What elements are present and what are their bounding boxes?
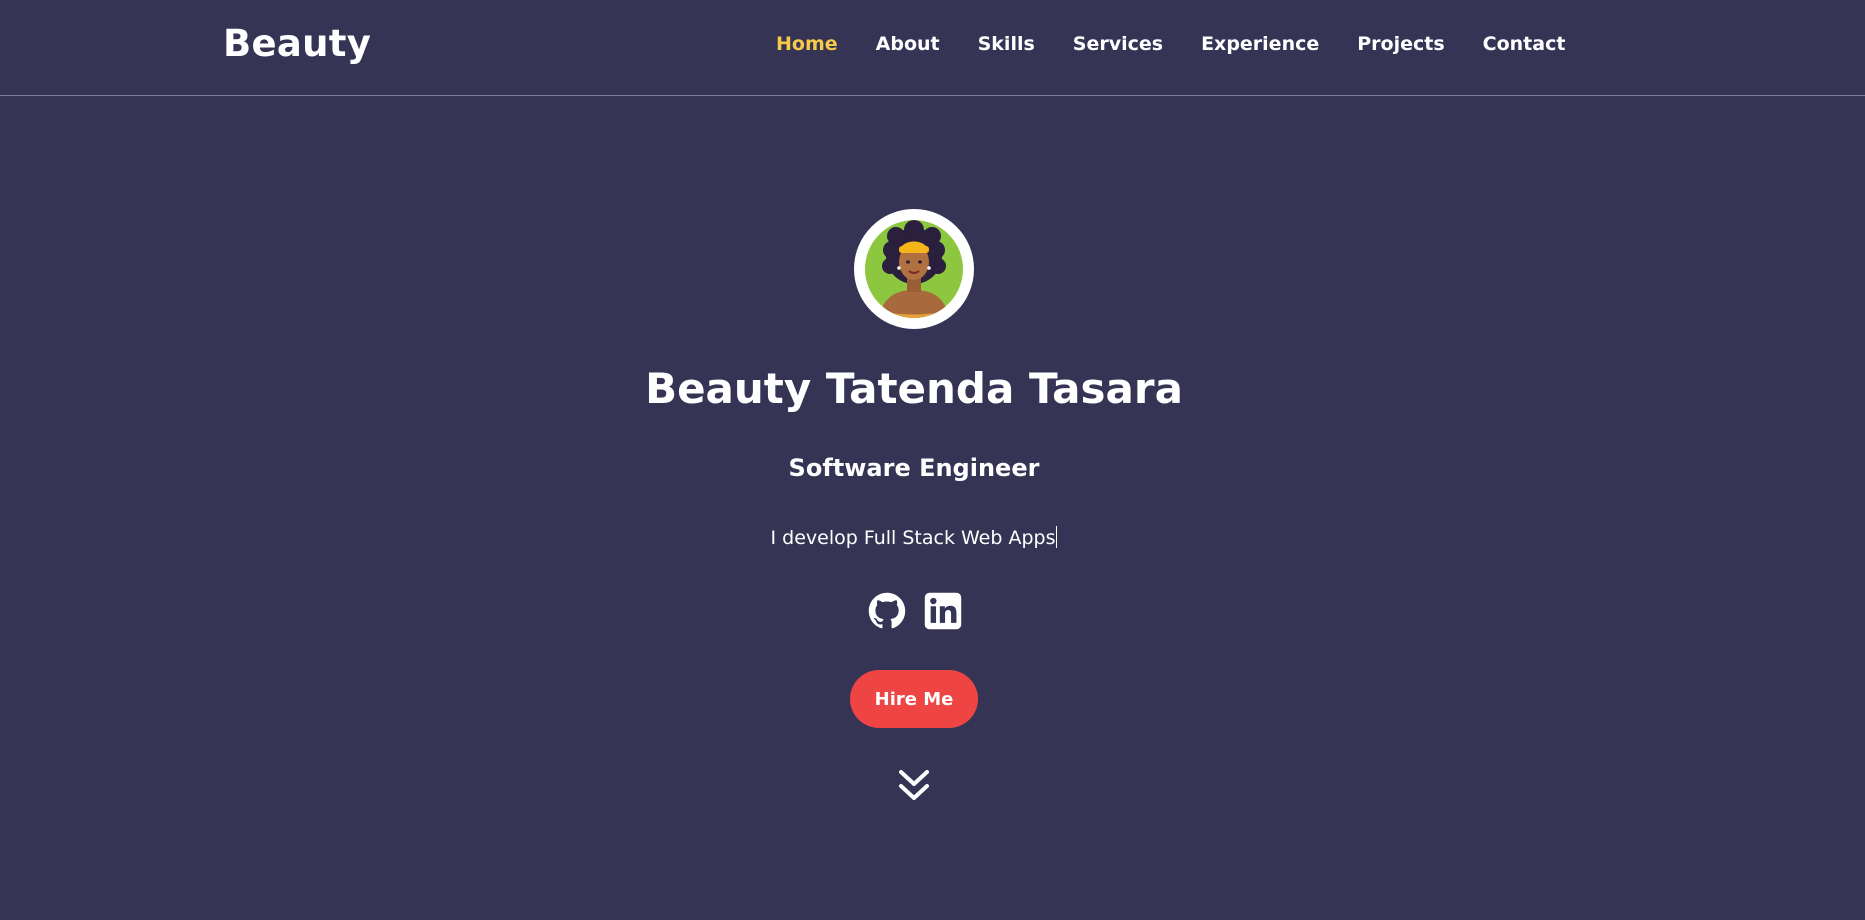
nav-menu: Home About Skills Services Experience Pr… bbox=[776, 33, 1565, 55]
nav-link-skills[interactable]: Skills bbox=[978, 33, 1035, 55]
hero-tagline: I develop Full Stack Web Apps bbox=[0, 526, 1828, 549]
hero-role: Software Engineer bbox=[788, 454, 1040, 482]
typed-text: I develop Full Stack Web Apps bbox=[770, 527, 1056, 549]
double-chevron-down-icon bbox=[899, 770, 929, 800]
linkedin-link[interactable] bbox=[924, 592, 962, 630]
hire-me-button[interactable]: Hire Me bbox=[850, 670, 978, 728]
navbar: Beauty Home About Skills Services Experi… bbox=[0, 0, 1865, 96]
nav-link-about[interactable]: About bbox=[876, 33, 940, 55]
avatar bbox=[854, 209, 974, 329]
nav-link-home[interactable]: Home bbox=[776, 33, 838, 55]
avatar-illustration-icon bbox=[865, 220, 963, 318]
nav-link-projects[interactable]: Projects bbox=[1357, 33, 1444, 55]
nav-link-experience[interactable]: Experience bbox=[1201, 33, 1319, 55]
hero-name: Beauty Tatenda Tasara bbox=[645, 364, 1183, 413]
typing-caret bbox=[1056, 526, 1058, 548]
nav-link-services[interactable]: Services bbox=[1073, 33, 1163, 55]
nav-link-contact[interactable]: Contact bbox=[1483, 33, 1566, 55]
brand-logo[interactable]: Beauty bbox=[223, 22, 371, 65]
github-icon bbox=[868, 592, 906, 629]
linkedin-icon bbox=[924, 592, 962, 630]
hero-section: Beauty Tatenda Tasara Software Engineer … bbox=[0, 96, 1865, 920]
social-links bbox=[868, 592, 962, 630]
scroll-down-button[interactable] bbox=[898, 768, 930, 804]
github-link[interactable] bbox=[868, 592, 906, 630]
